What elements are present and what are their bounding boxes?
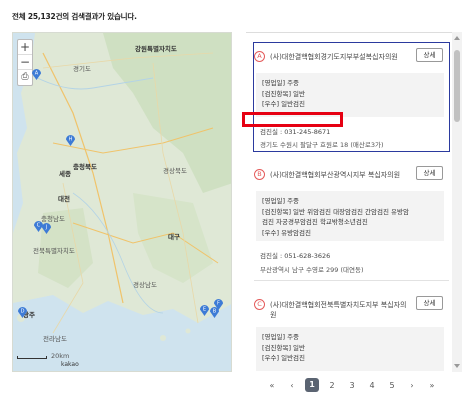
svg-text:B: B [213,309,217,315]
result-info-box: [영업일] 주중 [검진항목] 일반 [우수] 일반검진 [256,73,444,117]
info-line: 검진 자궁경부암검진 학교밖청소년검진 [262,218,368,226]
result-card-c[interactable]: C (사)대한결핵협회전북특별자치도지부 복십자의원 상세 [영업일] 주중 [… [254,291,449,372]
svg-text:D: D [21,309,25,315]
result-info-box: [영업일] 주중 [검진항목] 일반 [우수] 일반검진 [256,327,444,371]
result-info-box: [영업일] 주중 [검진항목] 일반 위암검진 대장암검진 간암검진 유방암 검… [256,191,444,241]
result-card-b[interactable]: B (사)대한결핵협회부산광역시지부 복십자의원 상세 [영업일] 주중 [검진… [254,161,449,281]
map-scale-label: 20km [51,352,70,360]
result-card-a[interactable]: A (사)대한결핵협회경기도지부부설복십자의원 상세 [영업일] 주중 [검진항… [253,42,450,152]
page-3-button[interactable]: 3 [342,381,362,390]
result-list[interactable]: A (사)대한결핵협회경기도지부부설복십자의원 상세 [영업일] 주중 [검진항… [246,32,462,372]
map-label-daegu: 대구 [168,233,180,241]
info-line: [영업일] 주중 [262,79,300,87]
result-badge: C [254,299,265,310]
map-terrain [13,33,231,371]
map-label-jeonbuk: 전북특별자치도 [33,247,75,255]
result-title[interactable]: (사)대한결핵협회전북특별자치도지부 복십자의원 [270,300,410,320]
result-title[interactable]: (사)대한결핵협회부산광역시지부 복십자의원 [270,170,410,180]
result-title[interactable]: (사)대한결핵협회경기도지부부설복십자의원 [270,52,410,62]
map-label-sejong: 세종 [59,170,71,178]
svg-text:H: H [69,137,73,143]
result-phone: 검진실 : 051-628-3626 [260,252,331,260]
zoom-in-button[interactable]: + [18,40,32,55]
info-line: [영업일] 주중 [262,197,300,205]
map-label-jeonnam: 전라남도 [43,335,67,343]
pagination: « ‹ 1 2 3 4 5 › » [262,378,442,392]
page-1-button[interactable]: 1 [305,378,319,392]
next-page-button[interactable]: › [402,381,422,390]
map-label-daejeon: 대전 [58,195,70,203]
info-line: [검진항목] 일반 [262,89,306,98]
scroll-up-arrow-icon[interactable] [454,36,460,40]
map-scale-bar [17,356,47,359]
prev-page-button[interactable]: ‹ [282,381,302,390]
info-line: [우수] 일반검진 [262,100,306,108]
map-pin-h[interactable]: H [65,133,76,146]
map-view[interactable]: + − ⎙ 강원특별자치도 충청북도 세종 대전 전북특별자치도 경상북도 대구… [12,32,232,372]
map-label-gangwon: 강원특별자치도 [135,45,177,53]
svg-text:E: E [203,307,206,313]
map-label-gyeongbuk: 경상북도 [163,167,187,175]
page-5-button[interactable]: 5 [382,381,402,390]
svg-text:J: J [45,225,47,231]
map-pin-j[interactable]: J [41,221,52,234]
scroll-down-arrow-icon[interactable] [454,364,460,368]
summary-prefix: 전체 [12,12,28,21]
map-pin-a[interactable]: A [31,67,42,80]
detail-button[interactable]: 상세 [416,48,443,62]
info-line: [우수] 유방암검진 [262,228,311,237]
result-badge: A [254,51,265,62]
map-label-gyeongnam: 경상남도 [133,281,157,289]
info-line: [영업일] 주중 [262,333,300,341]
info-line: [검진항목] 일반 위암검진 대장암검진 간암검진 유방암 [262,207,409,216]
detail-button[interactable]: 상세 [416,296,443,310]
kakao-logo: kakao [61,361,79,368]
map-label-gyeonggi: 경기도 [73,65,91,73]
info-line: [검진항목] 일반 [262,343,306,352]
detail-button[interactable]: 상세 [416,166,443,180]
search-result-summary: 전체 25,132건의 검색결과가 있습니다. [12,11,137,22]
page-2-button[interactable]: 2 [322,381,342,390]
svg-text:A: A [35,71,39,77]
summary-suffix: 건의 검색결과가 있습니다. [55,12,137,21]
info-line: [우수] 일반검진 [262,354,306,362]
result-badge: B [254,169,265,180]
scrollbar-thumb[interactable] [454,50,460,122]
page-4-button[interactable]: 4 [362,381,382,390]
result-address: 경기도 수원시 팔달구 효원로 18 (매산로3가) [260,141,384,149]
result-count: 25,132 [27,12,56,21]
first-page-button[interactable]: « [262,381,282,390]
result-list-scrollbar[interactable] [452,32,462,372]
result-address: 부산광역시 남구 수영로 299 (대연동) [260,266,364,274]
zoom-out-button[interactable]: − [18,55,32,70]
phone-highlight-box [242,112,343,127]
result-phone: 검진실 : 031-245-8671 [260,128,331,136]
print-icon[interactable]: ⎙ [18,70,32,85]
map-pin-d[interactable]: D [17,305,28,318]
map-label-chungbuk: 충청북도 [73,163,97,171]
map-pin-b[interactable]: B [209,305,220,318]
last-page-button[interactable]: » [422,381,442,390]
